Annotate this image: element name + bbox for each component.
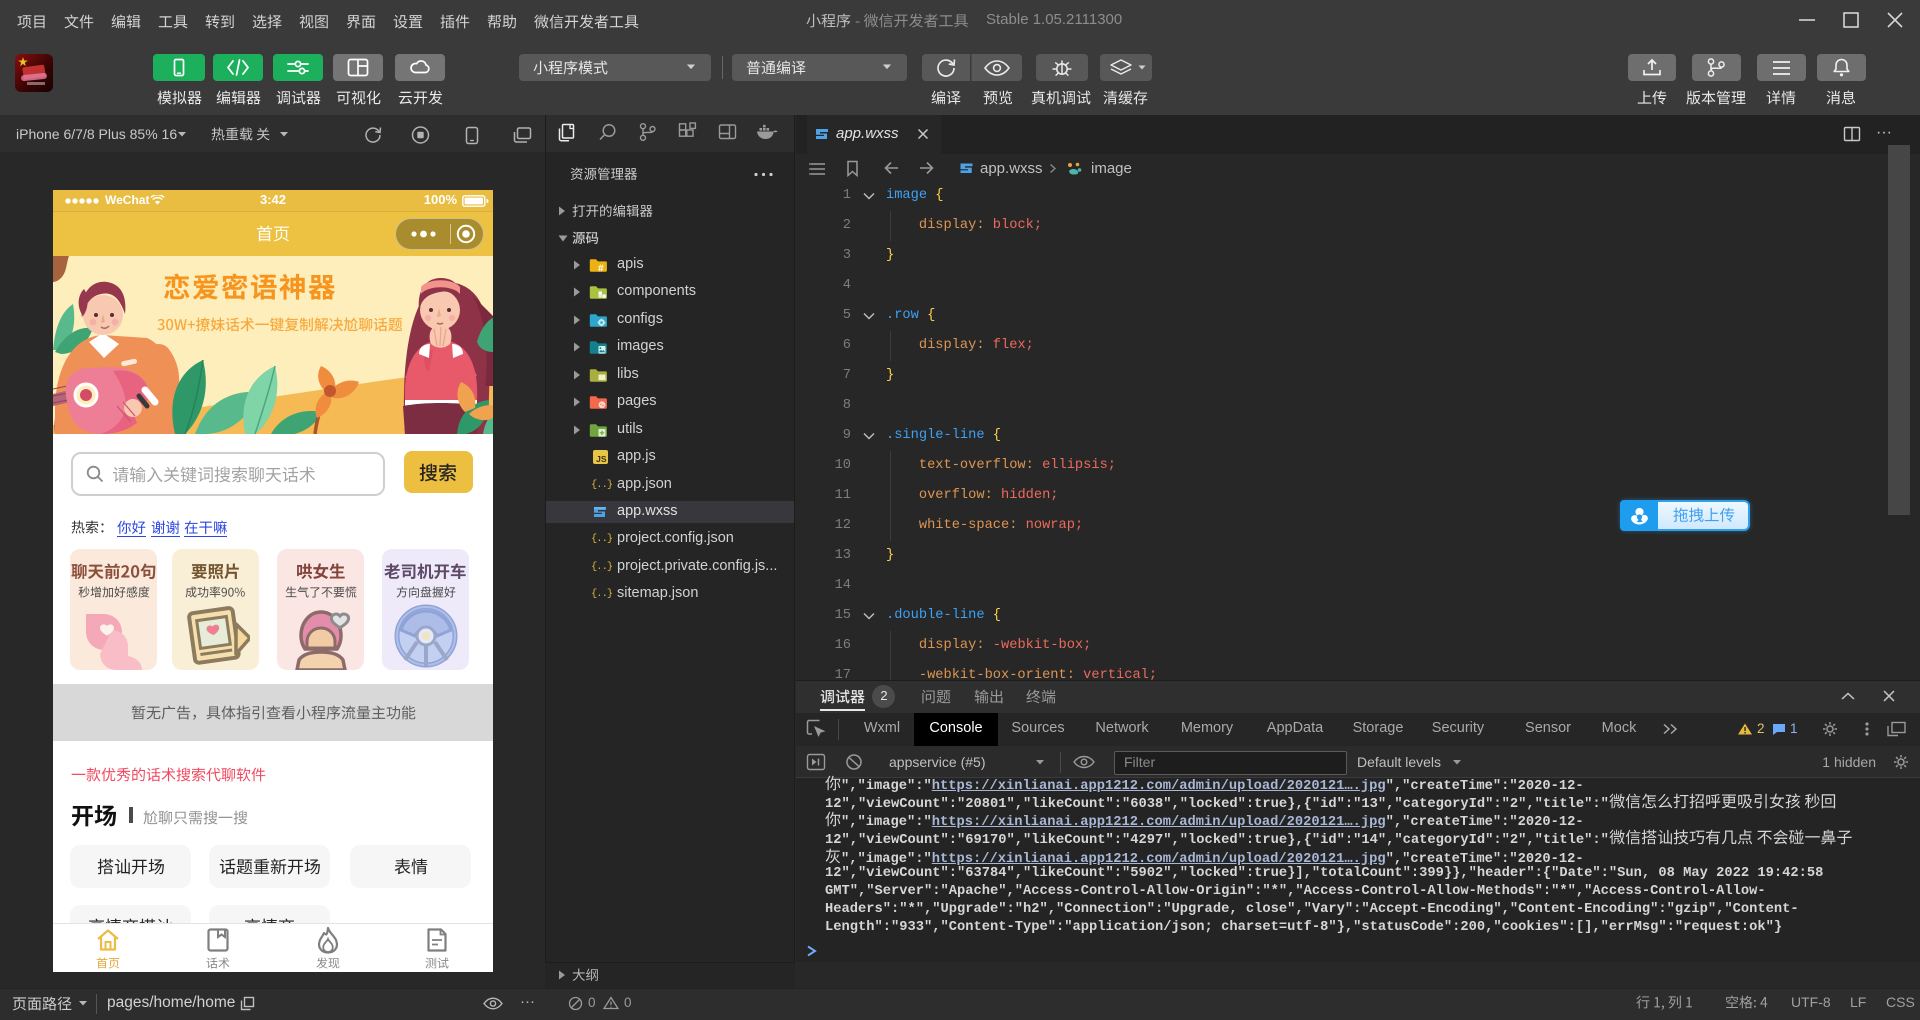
svg-text:#: #	[598, 263, 604, 273]
